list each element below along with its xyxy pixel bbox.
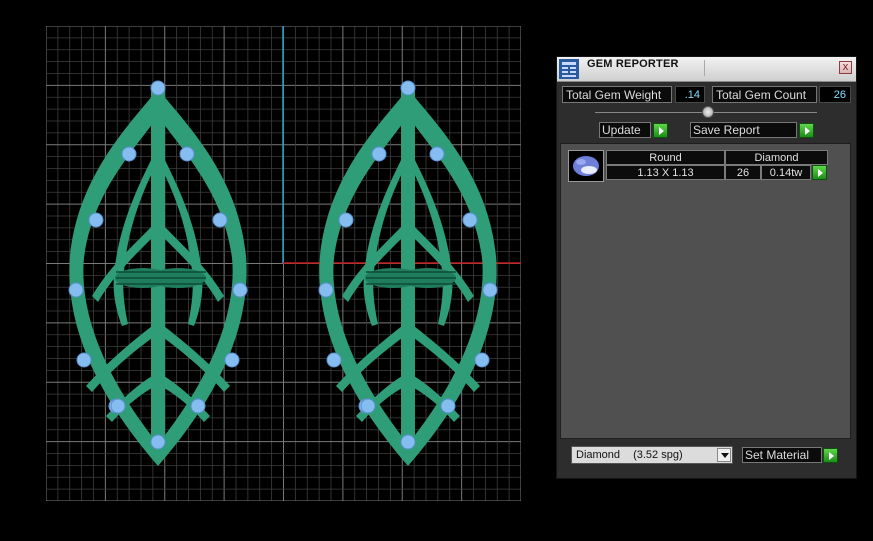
gem-stone[interactable]	[462, 212, 478, 228]
material-select[interactable]: Diamond (3.52 spg)	[571, 446, 733, 464]
earring-right[interactable]	[318, 88, 498, 467]
gem-stone[interactable]	[76, 352, 92, 368]
gem-stone[interactable]	[371, 146, 387, 162]
gem-stone[interactable]	[232, 282, 248, 298]
gem-stone[interactable]	[68, 282, 84, 298]
gem-row-arrow-icon[interactable]	[812, 165, 827, 180]
gem-size-cell: 1.13 X 1.13	[606, 165, 725, 180]
save-report-arrow-icon[interactable]	[799, 123, 814, 138]
gem-stone[interactable]	[474, 352, 490, 368]
total-gem-count-value: 26	[819, 86, 851, 103]
viewport-canvas[interactable]	[46, 26, 521, 501]
material-select-name: Diamond	[576, 449, 621, 461]
earring-left[interactable]	[68, 88, 248, 467]
gem-stone[interactable]	[179, 146, 195, 162]
gem-stone[interactable]	[338, 212, 354, 228]
save-report-button[interactable]: Save Report	[690, 122, 797, 138]
gem-stone[interactable]	[150, 434, 166, 450]
title-bar[interactable]: GEM REPORTER x	[557, 57, 856, 82]
gem-stone[interactable]	[190, 398, 206, 414]
gem-reporter-icon	[559, 59, 579, 79]
gem-stone[interactable]	[482, 282, 498, 298]
gem-stone[interactable]	[326, 352, 342, 368]
round-diamond-icon	[573, 156, 599, 176]
size-slider-knob[interactable]	[702, 106, 714, 118]
gem-stone[interactable]	[429, 146, 445, 162]
update-button[interactable]: Update	[599, 122, 651, 138]
gem-stone[interactable]	[121, 146, 137, 162]
gem-stone[interactable]	[360, 398, 376, 414]
panel-title: GEM REPORTER	[587, 58, 679, 70]
update-arrow-icon[interactable]	[653, 123, 668, 138]
total-gem-count-label: Total Gem Count	[712, 86, 817, 103]
set-material-button[interactable]: Set Material	[742, 447, 822, 463]
gem-material-cell: Diamond	[725, 150, 828, 165]
gem-reporter-panel: GEM REPORTER x Total Gem Weight .14 Tota…	[556, 56, 857, 479]
gem-stone[interactable]	[440, 398, 456, 414]
gem-shape-cell: Round	[606, 150, 725, 165]
gem-stone[interactable]	[400, 434, 416, 450]
title-divider	[704, 60, 837, 76]
gem-list: Round Diamond 1.13 X 1.13 26 0.14tw	[560, 143, 851, 439]
set-material-arrow-icon[interactable]	[823, 448, 838, 463]
gem-stone[interactable]	[212, 212, 228, 228]
close-button[interactable]: x	[839, 61, 852, 74]
material-select-density: (3.52 spg)	[633, 449, 683, 461]
gem-stone[interactable]	[150, 80, 166, 96]
total-gem-weight-label: Total Gem Weight	[562, 86, 672, 103]
gem-stone[interactable]	[224, 352, 240, 368]
gem-stone[interactable]	[400, 80, 416, 96]
gem-stone[interactable]	[88, 212, 104, 228]
round-gem-thumbnail[interactable]	[568, 150, 604, 182]
total-gem-weight-value: .14	[675, 86, 705, 103]
gem-stone[interactable]	[110, 398, 126, 414]
gem-count-cell: 26	[725, 165, 761, 180]
viewport[interactable]	[46, 26, 521, 501]
gem-stone[interactable]	[318, 282, 334, 298]
gem-weight-cell: 0.14tw	[761, 165, 811, 180]
chevron-down-icon[interactable]	[717, 448, 731, 462]
